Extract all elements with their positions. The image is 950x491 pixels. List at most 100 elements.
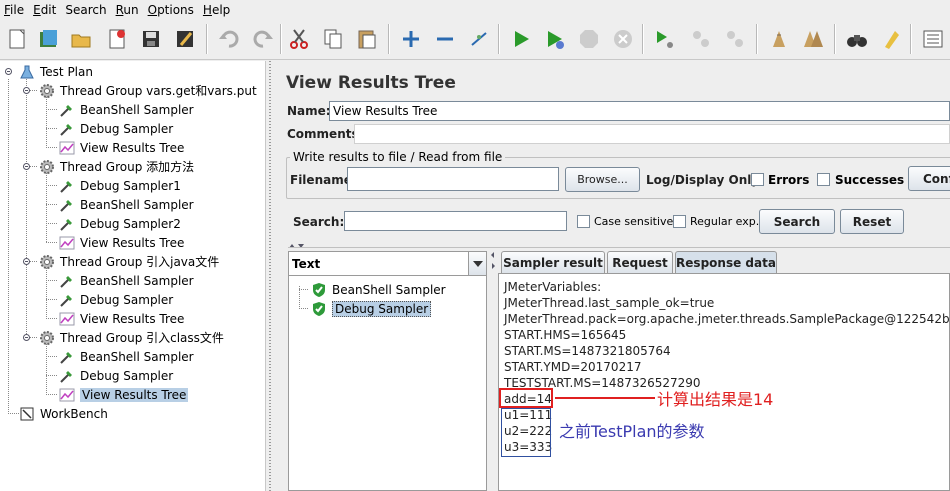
clear-icon[interactable] (764, 23, 794, 55)
redo-icon[interactable] (248, 23, 278, 55)
tree-node-listener[interactable]: View Results Tree (58, 309, 184, 328)
tree-node-listener[interactable]: View Results Tree (58, 138, 184, 157)
collapse-icon[interactable] (430, 23, 460, 55)
configure-button[interactable]: Conf (908, 166, 950, 191)
expand-icon[interactable] (396, 23, 426, 55)
undo-icon[interactable] (214, 23, 244, 55)
view-results-tree-panel: View Results Tree Name: Comments: Write … (276, 61, 950, 491)
function-helper-icon[interactable] (918, 23, 948, 55)
open-icon[interactable] (66, 23, 96, 55)
close-icon[interactable] (102, 23, 132, 55)
menu-file[interactable]: File (0, 3, 29, 17)
search-input[interactable] (344, 211, 567, 231)
tab-sampler-result[interactable]: Sampler result (501, 251, 605, 273)
toggle-icon[interactable] (464, 23, 494, 55)
comments-label: Comments: (287, 127, 364, 141)
reset-button[interactable]: Reset (840, 209, 904, 234)
filename-label: Filename (290, 173, 352, 187)
menu-help[interactable]: Help (199, 3, 235, 17)
copy-icon[interactable] (318, 23, 348, 55)
tree-node-test-plan[interactable]: Test Plan (18, 62, 93, 81)
name-field[interactable] (329, 101, 950, 121)
collapse-toggle-thread-group-3[interactable] (22, 257, 31, 266)
start-no-pauses-icon[interactable] (540, 23, 570, 55)
remote-stop-icon[interactable] (686, 23, 716, 55)
stop-icon[interactable] (574, 23, 604, 55)
tree-node-listener-selected[interactable]: View Results Tree (58, 385, 189, 404)
tree-node-thread-group[interactable]: Thread Group 添加方法 (38, 157, 194, 176)
pipette-icon (58, 196, 76, 214)
tree-node-thread-group[interactable]: Thread Group vars.get和vars.put (38, 81, 257, 100)
tree-node-thread-group[interactable]: Thread Group 引入java文件 (38, 252, 219, 271)
success-shield-icon (310, 281, 328, 299)
renderer-select[interactable]: Text (289, 252, 486, 276)
annotation-result-note: 计算出结果是14 (657, 390, 774, 409)
remote-exit-icon[interactable] (720, 23, 750, 55)
name-label: Name: (287, 104, 331, 118)
case-sensitive-checkbox[interactable] (577, 215, 590, 228)
tree-node-listener[interactable]: View Results Tree (58, 233, 184, 252)
menu-options[interactable]: Options (144, 3, 199, 17)
collapse-toggle-thread-group-4[interactable] (22, 333, 31, 342)
successes-checkbox[interactable] (817, 173, 830, 186)
menu-run[interactable]: Run (112, 3, 144, 17)
tab-response-data[interactable]: Response data (675, 251, 777, 273)
remote-start-icon[interactable] (650, 23, 680, 55)
tree-node-sampler[interactable]: Debug Sampler1 (58, 176, 181, 195)
tree-node-sampler[interactable]: BeanShell Sampler (58, 100, 194, 119)
errors-checkbox[interactable] (751, 173, 764, 186)
pane-splitter[interactable] (265, 61, 275, 491)
save-icon[interactable] (136, 23, 166, 55)
gear-icon (38, 82, 56, 100)
tree-node-sampler[interactable]: Debug Sampler2 (58, 214, 181, 233)
search-icon[interactable] (842, 23, 872, 55)
clear-all-icon[interactable] (798, 23, 828, 55)
chevron-down-icon[interactable] (468, 252, 486, 275)
pipette-icon (58, 101, 76, 119)
collapse-toggle-thread-group-2[interactable] (22, 162, 31, 171)
pipette-icon (58, 272, 76, 290)
response-line: JMeterVariables: (504, 280, 602, 294)
collapse-toggle-test-plan[interactable] (4, 67, 13, 76)
reset-search-icon[interactable] (876, 23, 906, 55)
test-plan-tree: Test Plan Thread Group vars.get和vars.put… (0, 61, 265, 491)
write-results-legend: Write results to file / Read from file (290, 150, 506, 164)
tree-node-sampler[interactable]: Debug Sampler (58, 290, 173, 309)
new-icon[interactable] (2, 23, 32, 55)
tree-node-sampler[interactable]: BeanShell Sampler (58, 195, 194, 214)
regular-exp-checkbox[interactable] (673, 215, 686, 228)
collapse-toggle-thread-group-1[interactable] (22, 86, 31, 95)
tree-node-sampler[interactable]: BeanShell Sampler (58, 271, 194, 290)
filename-field[interactable] (347, 167, 559, 191)
sample-result-item-selected[interactable]: Debug Sampler (310, 299, 432, 318)
sample-result-item[interactable]: BeanShell Sampler (310, 280, 446, 299)
browse-button[interactable]: Browse... (565, 167, 640, 192)
annotation-arrow-line (555, 397, 655, 399)
tree-node-workbench[interactable]: WorkBench (18, 404, 108, 423)
results-splitter[interactable] (488, 251, 498, 491)
pipette-icon (58, 177, 76, 195)
menu-search[interactable]: Search (61, 3, 111, 17)
search-label: Search: (293, 215, 345, 229)
templates-icon[interactable] (34, 23, 64, 55)
tree-node-sampler[interactable]: BeanShell Sampler (58, 347, 194, 366)
comments-field[interactable] (354, 124, 950, 144)
pipette-icon (58, 348, 76, 366)
pipette-icon (58, 367, 76, 385)
start-icon[interactable] (506, 23, 536, 55)
split-collapse-arrows[interactable] (288, 239, 310, 248)
tree-node-thread-group[interactable]: Thread Group 引入class文件 (38, 328, 224, 347)
menu-edit[interactable]: Edit (29, 3, 61, 17)
cut-icon[interactable] (284, 23, 314, 55)
tree-node-sampler[interactable]: Debug Sampler (58, 366, 173, 385)
workbench-icon (18, 405, 36, 423)
params-highlight-box (501, 408, 551, 457)
search-button[interactable]: Search (759, 209, 835, 234)
graph-icon (58, 310, 76, 328)
shutdown-icon[interactable] (608, 23, 638, 55)
paste-icon[interactable] (352, 23, 382, 55)
save-as-icon[interactable] (170, 23, 200, 55)
tree-node-sampler[interactable]: Debug Sampler (58, 119, 173, 138)
case-sensitive-label: Case sensitive (594, 215, 674, 228)
tab-request[interactable]: Request (607, 251, 673, 273)
